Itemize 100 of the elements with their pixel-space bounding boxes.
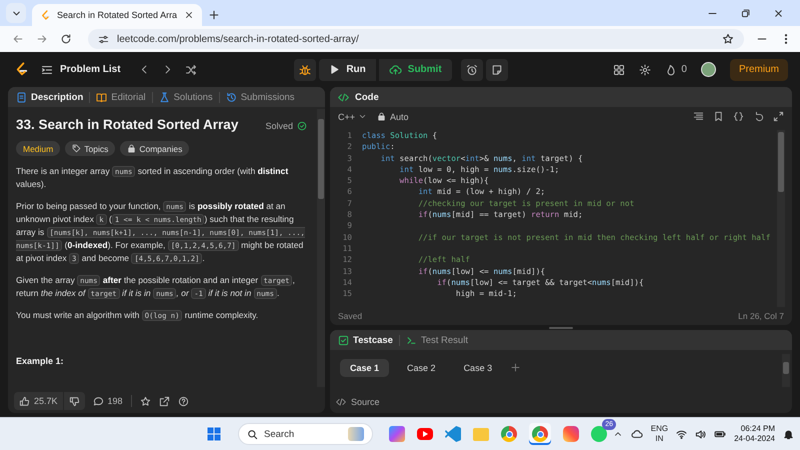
start-icon[interactable] bbox=[206, 426, 222, 442]
panel-title: Code bbox=[355, 92, 379, 102]
region-label: IN bbox=[655, 434, 664, 444]
note-icon bbox=[490, 64, 503, 76]
scrollbar[interactable] bbox=[777, 130, 785, 307]
difficulty-badge[interactable]: Medium bbox=[16, 141, 60, 156]
chat-app-icon[interactable] bbox=[591, 426, 607, 442]
flame-icon bbox=[665, 64, 678, 76]
logo-icon bbox=[40, 10, 51, 20]
cloud-icon[interactable] bbox=[630, 428, 643, 440]
avatar[interactable] bbox=[700, 62, 716, 77]
forward-arrow-icon[interactable] bbox=[36, 33, 48, 45]
language-selector[interactable]: C++ bbox=[338, 112, 368, 122]
check-circle-icon bbox=[297, 121, 307, 131]
layout-icon[interactable] bbox=[613, 64, 626, 76]
back-arrow-icon[interactable] bbox=[12, 33, 24, 45]
solved-label: Solved bbox=[265, 121, 293, 131]
premium-button[interactable]: Premium bbox=[730, 58, 788, 80]
format-icon[interactable] bbox=[693, 111, 704, 122]
circle-logo-app-icon[interactable] bbox=[501, 426, 517, 442]
settings-icon[interactable] bbox=[639, 64, 652, 76]
thumbs-up-icon bbox=[19, 396, 30, 406]
panel-tab[interactable]: Testcase bbox=[338, 334, 393, 346]
logo-icon[interactable] bbox=[14, 62, 29, 77]
search-input[interactable]: Search bbox=[264, 428, 342, 440]
history-icon bbox=[226, 92, 237, 102]
panel-tab[interactable]: Submissions bbox=[226, 92, 295, 102]
comment-icon bbox=[92, 396, 104, 406]
restore-icon[interactable] bbox=[740, 8, 751, 18]
tab-title: Search in Rotated Sorted Arra bbox=[57, 10, 178, 20]
play-icon bbox=[329, 64, 340, 75]
add-case-icon[interactable] bbox=[510, 362, 522, 373]
bell-icon[interactable] bbox=[783, 428, 794, 440]
circle-logo-app-icon[interactable] bbox=[532, 426, 548, 442]
flask-icon bbox=[158, 92, 170, 102]
speaker-icon[interactable] bbox=[695, 428, 706, 440]
resize-handle[interactable] bbox=[549, 326, 573, 328]
new-tab-icon[interactable] bbox=[208, 8, 220, 20]
search-field[interactable]: Search bbox=[238, 423, 373, 445]
source-button[interactable]: Source bbox=[330, 391, 792, 413]
alarm-clock-icon bbox=[466, 64, 478, 76]
timer-button[interactable] bbox=[460, 58, 483, 80]
shuffle-icon[interactable] bbox=[184, 64, 197, 76]
companies-button[interactable]: Companies bbox=[120, 141, 190, 156]
scrollbar[interactable] bbox=[317, 109, 325, 387]
star-icon[interactable] bbox=[140, 396, 151, 406]
save-status: Saved bbox=[338, 311, 362, 321]
chevron-down-icon bbox=[358, 112, 368, 121]
address-bar[interactable]: leetcode.com/problems/search-in-rotated-sorted-array/ bbox=[88, 29, 744, 49]
case-tab[interactable]: Case 1 bbox=[340, 359, 390, 377]
dislike-button[interactable] bbox=[64, 392, 85, 410]
case-tab[interactable]: Case 3 bbox=[454, 359, 502, 377]
submit-button[interactable]: Submit bbox=[378, 58, 452, 80]
terminal-icon bbox=[406, 334, 417, 346]
clock-time: 06:24 PM bbox=[740, 424, 775, 434]
problem-list-button[interactable]: Problem List bbox=[41, 64, 121, 76]
comments-button[interactable]: 198 bbox=[92, 396, 123, 406]
problem-title: 33. Search in Rotated Sorted Array bbox=[16, 117, 238, 132]
auto-mode-button[interactable]: Auto bbox=[377, 112, 409, 122]
cursor-position: Ln 26, Col 7 bbox=[738, 311, 784, 321]
browser-tab[interactable]: Search in Rotated Sorted Arra bbox=[32, 4, 202, 26]
close-icon[interactable] bbox=[773, 8, 784, 18]
bookmark-icon[interactable] bbox=[713, 111, 724, 122]
battery-icon[interactable] bbox=[714, 428, 726, 440]
wifi-icon[interactable] bbox=[676, 428, 688, 440]
cloud-upload-icon bbox=[388, 63, 402, 76]
panel-tab[interactable]: Test Result bbox=[406, 334, 468, 346]
bug-icon bbox=[299, 64, 312, 76]
panel-tab[interactable]: Solutions bbox=[158, 92, 213, 102]
url-text: leetcode.com/problems/search-in-rotated-sorted-array/ bbox=[117, 34, 360, 44]
scrollbar[interactable] bbox=[782, 354, 790, 387]
tab-search-button[interactable] bbox=[6, 3, 26, 23]
camera-app-icon[interactable] bbox=[563, 426, 579, 442]
run-button[interactable]: Run bbox=[319, 58, 376, 80]
bookmark-star-icon[interactable] bbox=[722, 33, 734, 45]
tag-icon bbox=[72, 144, 82, 153]
code-icon bbox=[336, 397, 346, 407]
book-icon bbox=[96, 92, 108, 102]
case-tab[interactable]: Case 2 bbox=[397, 359, 446, 377]
expand-icon[interactable] bbox=[773, 111, 784, 122]
streak-button[interactable]: 0 bbox=[665, 64, 687, 76]
panel-tab[interactable]: Description bbox=[16, 92, 84, 102]
panel-tab[interactable]: Editorial bbox=[96, 92, 146, 102]
reload-icon[interactable] bbox=[60, 33, 72, 45]
like-button[interactable]: 25.7K bbox=[14, 392, 63, 410]
document-icon bbox=[16, 92, 27, 102]
topics-button[interactable]: Topics bbox=[65, 141, 116, 156]
reset-icon[interactable] bbox=[753, 111, 764, 122]
site-settings-icon[interactable] bbox=[98, 34, 109, 44]
example-heading: Example 1: bbox=[16, 356, 65, 366]
gradient-app-icon[interactable] bbox=[389, 426, 405, 442]
lock-icon bbox=[127, 144, 136, 153]
play-button-app-icon[interactable] bbox=[417, 428, 433, 440]
braces-icon[interactable] bbox=[733, 111, 744, 122]
help-icon[interactable] bbox=[178, 396, 189, 406]
notes-button[interactable] bbox=[486, 58, 508, 80]
share-icon[interactable] bbox=[158, 396, 170, 406]
ribbon-app-icon[interactable] bbox=[445, 426, 461, 442]
debug-button[interactable] bbox=[294, 58, 316, 80]
close-icon[interactable] bbox=[184, 10, 194, 20]
